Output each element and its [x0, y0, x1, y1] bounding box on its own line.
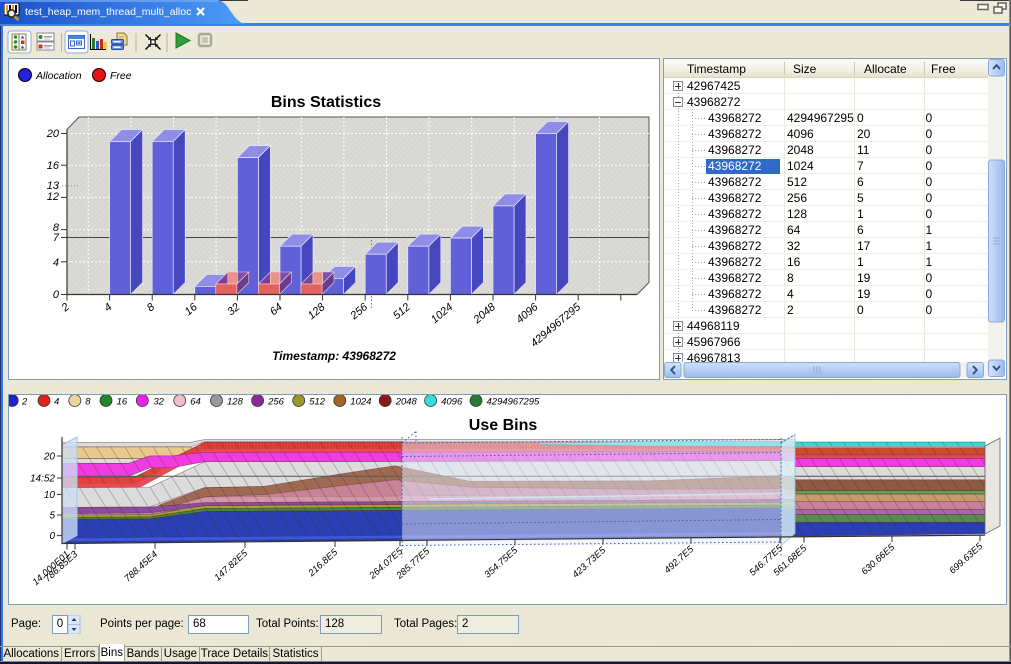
- svg-text:128: 128: [227, 397, 244, 408]
- svg-text:4096: 4096: [514, 301, 541, 326]
- svg-text:20: 20: [43, 452, 56, 463]
- svg-text:788.45E4: 788.45E4: [122, 549, 160, 584]
- svg-text:10: 10: [44, 490, 56, 501]
- svg-text:4: 4: [54, 397, 59, 408]
- svg-text:64: 64: [190, 397, 201, 408]
- svg-text:Bins Statistics: Bins Statistics: [271, 94, 381, 111]
- svg-text:2: 2: [21, 397, 28, 408]
- svg-text:8: 8: [145, 301, 158, 315]
- svg-text:16: 16: [47, 160, 60, 172]
- svg-text:7: 7: [53, 232, 60, 244]
- svg-text:4096: 4096: [441, 397, 463, 408]
- svg-text:4294967295: 4294967295: [487, 397, 541, 408]
- svg-text:630.66E5: 630.66E5: [859, 542, 897, 578]
- svg-text:Allocation: Allocation: [35, 70, 82, 82]
- svg-text:5: 5: [49, 511, 55, 522]
- svg-text:64: 64: [268, 301, 285, 318]
- svg-text:128: 128: [306, 301, 328, 323]
- svg-text:Timestamp: 43968272: Timestamp: 43968272: [272, 349, 396, 363]
- svg-text:4: 4: [102, 301, 114, 314]
- svg-text:512: 512: [309, 397, 326, 408]
- svg-text:2: 2: [59, 301, 72, 315]
- svg-text:354.75E5: 354.75E5: [482, 545, 520, 581]
- svg-text:Free: Free: [110, 70, 132, 82]
- svg-text:147.82E5: 147.82E5: [212, 548, 250, 584]
- svg-text:2048: 2048: [471, 301, 499, 327]
- svg-text:16: 16: [183, 301, 201, 319]
- svg-text:423.73E5: 423.73E5: [570, 545, 608, 581]
- svg-text:Use Bins: Use Bins: [469, 417, 538, 434]
- svg-text:32: 32: [225, 301, 242, 318]
- svg-text:256: 256: [267, 397, 285, 408]
- svg-text:16: 16: [117, 397, 128, 408]
- svg-text:0: 0: [49, 531, 55, 542]
- svg-text:12: 12: [47, 191, 59, 203]
- svg-text:492.7E5: 492.7E5: [662, 544, 696, 576]
- svg-text:0: 0: [53, 289, 60, 301]
- svg-text:256: 256: [348, 301, 371, 323]
- svg-text:1024: 1024: [429, 301, 455, 326]
- svg-text:14:52: 14:52: [30, 474, 55, 485]
- svg-text:512: 512: [391, 301, 413, 322]
- svg-text:1024: 1024: [350, 397, 371, 408]
- svg-text:2048: 2048: [395, 397, 418, 408]
- svg-text:699.63E5: 699.63E5: [947, 541, 985, 577]
- svg-text:216.8E5: 216.8E5: [306, 547, 341, 580]
- svg-text:8: 8: [85, 397, 91, 408]
- svg-text:32: 32: [153, 397, 164, 408]
- svg-text:4: 4: [53, 257, 59, 269]
- svg-text:20: 20: [46, 128, 60, 140]
